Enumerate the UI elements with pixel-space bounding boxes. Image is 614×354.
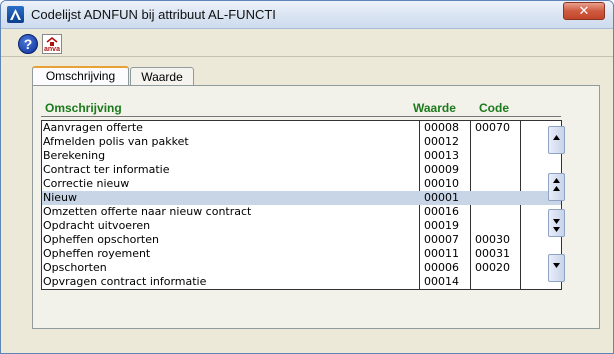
table-row[interactable]: Opheffen royement 00011 00031 (42, 247, 561, 261)
anva-house-icon (46, 37, 58, 46)
scroll-page-up-button[interactable] (548, 173, 565, 201)
scroll-first-button[interactable] (548, 126, 565, 154)
column-header-code[interactable]: Code (479, 101, 509, 115)
cell-omschrijving: Opheffen opschorten (43, 233, 159, 246)
codelijst-window: Codelijst ADNFUN bij attribuut AL-FUNCTI… (0, 0, 614, 354)
column-header-waarde[interactable]: Waarde (413, 101, 456, 115)
column-header-omschrijving[interactable]: Omschrijving (45, 101, 122, 115)
cell-omschrijving: Aanvragen offerte (43, 121, 143, 134)
grid-scroll-buttons (544, 121, 565, 289)
cell-omschrijving: Afmelden polis van pakket (43, 135, 189, 148)
table-row[interactable]: Aanvragen offerte 00008 00070 (42, 121, 561, 135)
grid-header: Omschrijving Waarde Code (41, 99, 561, 117)
cell-omschrijving: Omzetten offerte naar nieuw contract (43, 205, 252, 218)
cell-waarde: 00011 (424, 247, 459, 260)
cell-waarde: 00013 (424, 149, 459, 162)
cell-omschrijving: Opvragen contract informatie (43, 275, 207, 288)
table-row[interactable]: Opvragen contract informatie 00014 (42, 275, 561, 289)
cell-waarde: 00007 (424, 233, 459, 246)
table-row[interactable]: Afmelden polis van pakket 00012 (42, 135, 561, 149)
cell-omschrijving: Nieuw (43, 191, 78, 204)
help-button[interactable]: ? (18, 34, 38, 54)
tab-waarde[interactable]: Waarde (130, 67, 194, 86)
scroll-last-icon (553, 263, 560, 268)
scroll-page-down-button[interactable] (548, 209, 565, 237)
cell-omschrijving: Opschorten (43, 261, 107, 274)
cell-omschrijving: Contract ter informatie (43, 163, 170, 176)
cell-code: 00070 (475, 121, 510, 134)
window-title: Codelijst ADNFUN bij attribuut AL-FUNCTI (31, 7, 276, 22)
scroll-page-down-icon (553, 219, 560, 232)
anva-label: anva (44, 46, 60, 53)
table-row[interactable]: Contract ter informatie 00009 (42, 163, 561, 177)
scroll-page-up-icon (553, 178, 560, 191)
app-icon (7, 6, 24, 23)
cell-waarde: 00010 (424, 177, 459, 190)
cell-waarde: 00014 (424, 275, 459, 288)
tab-omschrijving[interactable]: Omschrijving (32, 66, 129, 87)
table-row[interactable]: Omzetten offerte naar nieuw contract 000… (42, 205, 561, 219)
cell-omschrijving: Correctie nieuw (43, 177, 130, 190)
close-button[interactable]: ✕ (563, 2, 605, 20)
cell-waarde: 00006 (424, 261, 459, 274)
cell-code: 00031 (475, 247, 510, 260)
cell-omschrijving: Opdracht uitvoeren (43, 219, 151, 232)
table-row[interactable]: Berekening 00013 (42, 149, 561, 163)
scroll-last-button[interactable] (548, 254, 565, 282)
toolbar: ? anva (1, 29, 613, 57)
cell-waarde: 00019 (424, 219, 459, 232)
anva-button[interactable]: anva (42, 34, 62, 54)
cell-waarde: 00016 (424, 205, 459, 218)
scroll-first-icon (553, 135, 560, 140)
cell-code: 00020 (475, 261, 510, 274)
tab-panel: Omschrijving Waarde Code Aanvragen offer… (32, 85, 600, 329)
title-bar[interactable]: Codelijst ADNFUN bij attribuut AL-FUNCTI… (1, 1, 613, 29)
table-row[interactable]: Opdracht uitvoeren 00019 (42, 219, 561, 233)
table-row[interactable]: Opheffen opschorten 00007 00030 (42, 233, 561, 247)
table-row[interactable]: Opschorten 00006 00020 (42, 261, 561, 275)
table-row[interactable]: Correctie nieuw 00010 (42, 177, 561, 191)
cell-omschrijving: Berekening (43, 149, 106, 162)
cell-waarde: 00009 (424, 163, 459, 176)
cell-waarde: 00012 (424, 135, 459, 148)
codes-grid[interactable]: Aanvragen offerte 00008 00070 Afmelden p… (41, 120, 565, 290)
cell-waarde: 00008 (424, 121, 459, 134)
table-row[interactable]: Nieuw 00001 (42, 191, 561, 205)
cell-waarde: 00001 (424, 191, 459, 204)
cell-code: 00030 (475, 233, 510, 246)
cell-omschrijving: Opheffen royement (43, 247, 151, 260)
